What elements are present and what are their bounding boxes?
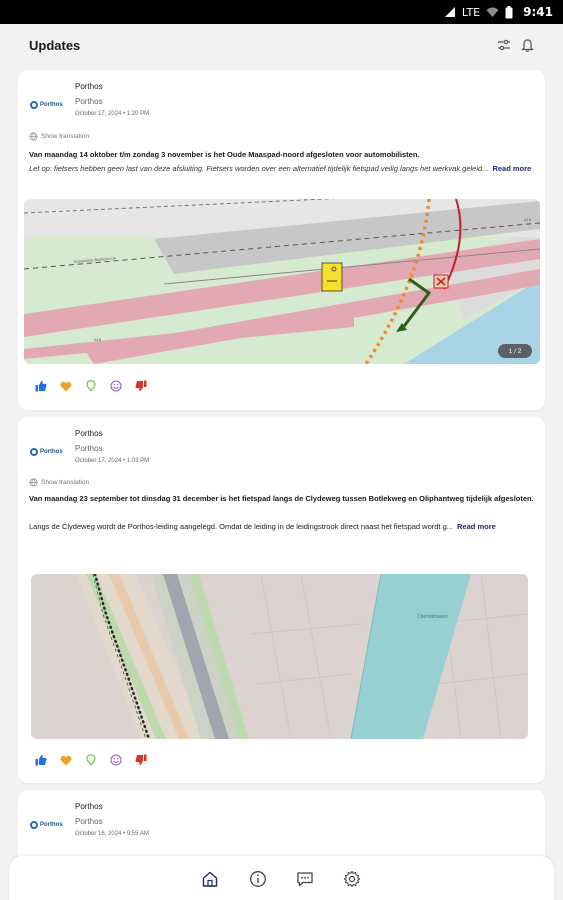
post-body: Van maandag 23 september tot dinsdag 31 …	[29, 492, 534, 534]
nav-info-button[interactable]	[248, 869, 268, 889]
react-thumbs-down-button[interactable]	[134, 379, 148, 393]
post-body-plain: Langs de Clydeweg wordt de Porthos-leidi…	[29, 522, 454, 531]
show-translation-label: Show translation	[41, 479, 90, 486]
post-body: Van maandag 14 oktober t/m zondag 3 nove…	[29, 148, 534, 176]
post-body-bold: Van maandag 23 september tot dinsdag 31 …	[29, 494, 534, 503]
react-smile-button[interactable]	[109, 379, 123, 393]
signal-icon	[444, 7, 455, 17]
bottom-navigation	[9, 856, 554, 900]
map-image: Chemiehaven	[31, 574, 528, 739]
app-bar: Updates	[0, 24, 563, 68]
network-label: LTE	[461, 5, 481, 19]
map-label-a15-b: A15	[524, 217, 532, 222]
map-image: Aansluiting Boekenrode A15 A15	[24, 199, 540, 364]
post-body-bold: Van maandag 14 oktober t/m zondag 3 nove…	[29, 150, 420, 159]
porthos-logo: Porthos	[30, 816, 72, 834]
porthos-logo: Porthos	[30, 443, 72, 461]
thumbs-up-icon	[35, 754, 47, 766]
globe-icon	[29, 132, 38, 141]
post-body-italic: Let op: fietsers hebben geen last van de…	[29, 164, 489, 173]
battery-icon	[505, 5, 513, 18]
post-org: Porthos	[75, 817, 103, 826]
nav-chat-button[interactable]	[295, 869, 315, 889]
post-date: October 17, 2024 • 1:20 PM	[75, 111, 150, 117]
react-thumbs-up-button[interactable]	[34, 753, 48, 767]
settings-icon	[343, 870, 361, 888]
bell-icon	[520, 39, 534, 52]
read-more-link[interactable]: Read more	[492, 164, 531, 173]
post-image-carousel[interactable]: Aansluiting Boekenrode A15 A15 1 / 2	[24, 199, 540, 364]
show-translation-label: Show translation	[41, 133, 90, 140]
sliders-icon	[498, 39, 510, 51]
post-header: Porthos Porthos Porthos October 17, 2024…	[28, 82, 528, 132]
heart-icon	[60, 755, 72, 765]
thumbs-up-icon	[35, 380, 47, 392]
lightbulb-icon	[86, 380, 96, 392]
reactions-bar	[34, 379, 148, 393]
image-counter: 1 / 2	[498, 344, 532, 358]
heart-icon	[60, 381, 72, 391]
react-heart-button[interactable]	[59, 753, 73, 767]
status-bar: LTE 9:41	[0, 0, 563, 24]
post-card[interactable]: Porthos Porthos Porthos October 17, 2024…	[18, 417, 545, 783]
nav-home-button[interactable]	[200, 869, 220, 889]
smile-icon	[110, 754, 122, 766]
notifications-button[interactable]	[516, 34, 538, 56]
home-icon	[202, 871, 218, 887]
thumbs-down-icon	[135, 754, 147, 766]
react-heart-button[interactable]	[59, 379, 73, 393]
read-more-link[interactable]: Read more	[457, 522, 496, 531]
thumbs-down-icon	[135, 380, 147, 392]
reactions-bar	[34, 753, 148, 767]
globe-icon	[29, 478, 38, 487]
post-org: Porthos	[75, 97, 103, 106]
page-title: Updates	[29, 38, 81, 53]
react-smile-button[interactable]	[109, 753, 123, 767]
porthos-logo: Porthos	[30, 96, 72, 114]
smile-icon	[110, 380, 122, 392]
chat-icon	[297, 872, 313, 887]
info-icon	[250, 871, 266, 887]
show-translation-link[interactable]: Show translation	[29, 132, 89, 141]
filter-button[interactable]	[493, 34, 515, 56]
lightbulb-icon	[86, 754, 96, 766]
post-date: October 17, 2024 • 1:03 PM	[75, 458, 150, 464]
post-author: Porthos	[75, 802, 103, 811]
post-author: Porthos	[75, 82, 103, 91]
react-thumbs-up-button[interactable]	[34, 379, 48, 393]
nav-settings-button[interactable]	[342, 869, 362, 889]
map-label-a15-a: A15	[94, 337, 102, 342]
wifi-icon	[486, 7, 499, 17]
post-org: Porthos	[75, 444, 103, 453]
post-image[interactable]: Chemiehaven	[31, 574, 528, 739]
show-translation-link[interactable]: Show translation	[29, 478, 89, 487]
react-thumbs-down-button[interactable]	[134, 753, 148, 767]
post-card[interactable]: Porthos Porthos Porthos October 17, 2024…	[18, 70, 545, 410]
post-author: Porthos	[75, 429, 103, 438]
post-date: October 16, 2024 • 9:55 AM	[75, 831, 149, 837]
react-lightbulb-button[interactable]	[84, 379, 98, 393]
clock: 9:41	[523, 5, 553, 19]
post-header: Porthos Porthos Porthos October 16, 2024…	[28, 802, 528, 852]
react-lightbulb-button[interactable]	[84, 753, 98, 767]
post-header: Porthos Porthos Porthos October 17, 2024…	[28, 429, 528, 479]
